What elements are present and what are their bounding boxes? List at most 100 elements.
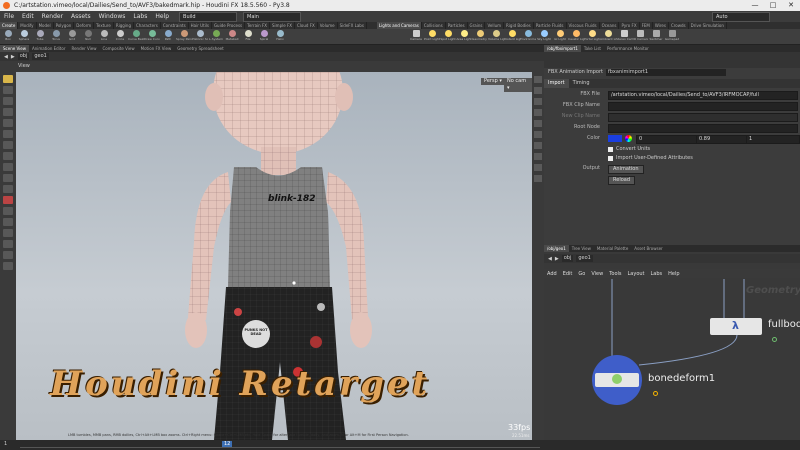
close-button[interactable]: ✕ (782, 0, 800, 11)
color-b-field[interactable]: 1 (746, 135, 800, 144)
environment-light-tool[interactable]: Environment Light (520, 29, 536, 45)
node-bonedeform-ring[interactable] (592, 355, 642, 405)
desktop-select[interactable]: Build (179, 11, 238, 22)
null-tool[interactable]: Null (80, 29, 96, 45)
tab-scene-view[interactable]: Scene View (0, 45, 29, 52)
shelf-tab[interactable]: Characters (134, 22, 161, 29)
caustic-light-tool[interactable]: Caustic Light (568, 29, 584, 45)
shelf-tab[interactable]: Oceans (600, 22, 620, 29)
shelf-tab[interactable]: Lights and Cameras (376, 22, 422, 29)
box-tool[interactable]: Box (0, 29, 16, 45)
shelf-tab[interactable]: Wires (653, 22, 669, 29)
3d-viewport[interactable]: blink-182 PUNKS NOT DEAD Persp ▾ No cam … (16, 72, 532, 440)
camera-tool[interactable]: Camera (408, 29, 424, 45)
minimize-button[interactable]: — (746, 0, 764, 11)
maximize-button[interactable]: □ (764, 0, 782, 11)
menu-edit[interactable]: Edit (18, 13, 38, 20)
color-g-field[interactable]: 0.89 (696, 135, 748, 144)
persp-menu[interactable]: Persp ▾ (481, 78, 505, 85)
display-option-icon[interactable] (534, 109, 542, 116)
shelf-tab[interactable]: Viscous Fluids (567, 22, 600, 29)
shelf-tab[interactable]: Polygon (54, 22, 75, 29)
tab-composite-view[interactable]: Composite View (100, 45, 138, 52)
shelf-tab[interactable]: Guide Process (212, 22, 246, 29)
camera-lock-icon[interactable] (3, 240, 13, 248)
shelf-tab[interactable]: SideFX Labs (338, 22, 367, 29)
grid-toggle-icon[interactable] (3, 262, 13, 270)
circle-tool[interactable]: Circle (112, 29, 128, 45)
shelf-tab[interactable]: Grains (468, 22, 486, 29)
paint-icon[interactable] (3, 163, 13, 171)
menu-assets[interactable]: Assets (67, 13, 95, 20)
shelf-tab[interactable]: Rigid Bodies (504, 22, 534, 29)
fbx-clip-name-field[interactable] (608, 102, 798, 111)
tab-render-view[interactable]: Render View (68, 45, 99, 52)
import-attrs-checkbox[interactable] (608, 156, 613, 161)
metaball-tool[interactable]: Metaball (224, 29, 240, 45)
tab-import[interactable]: Import (544, 79, 569, 88)
tab-motion-fx-view[interactable]: Motion FX View (138, 45, 175, 52)
view-tool-icon[interactable] (3, 141, 13, 149)
display-option-icon[interactable] (534, 120, 542, 127)
lock-icon[interactable] (3, 185, 13, 193)
scale-tool-icon[interactable] (3, 108, 13, 116)
sky-light-tool[interactable]: Sky Light (536, 29, 552, 45)
color-wheel-icon[interactable] (625, 135, 632, 142)
display-option-icon[interactable] (534, 98, 542, 105)
output-select[interactable]: Animation (608, 165, 644, 174)
display-option-icon[interactable] (534, 164, 542, 171)
shelf-tab[interactable]: Model (37, 22, 54, 29)
node-name-field[interactable]: fbxanimimport1 (606, 69, 726, 76)
tab-performance-monitor[interactable]: Performance Monitor (604, 45, 652, 52)
point-light-tool[interactable]: Point Light (424, 29, 440, 45)
handle-tool-icon[interactable] (3, 119, 13, 127)
gi-light-tool[interactable]: GI Light (552, 29, 568, 45)
tab-animation-editor[interactable]: Animation Editor (29, 45, 69, 52)
geometry-light-tool[interactable]: Geometry Light (472, 29, 488, 45)
menu-render[interactable]: Render (38, 13, 67, 20)
spray-paint-tool[interactable]: Spray Paint (176, 29, 192, 45)
portal-light-tool[interactable]: Portal Light (584, 29, 600, 45)
shelf-tab[interactable]: Texture (94, 22, 114, 29)
pin-icon[interactable] (3, 207, 13, 215)
shelf-tab[interactable]: Pyro FX (619, 22, 640, 29)
display-option-icon[interactable] (534, 76, 542, 83)
sphere-tool[interactable]: Sphere (16, 29, 32, 45)
new-clip-name-field[interactable] (608, 113, 798, 122)
display-option-icon[interactable] (534, 142, 542, 149)
shelf-tab[interactable]: Particles (446, 22, 468, 29)
shelf-tab[interactable]: Create (0, 22, 19, 29)
ambient-light-tool[interactable]: Ambient Light (600, 29, 616, 45)
dot-icon[interactable] (3, 218, 13, 226)
menu-windows[interactable]: Windows (95, 13, 130, 20)
gamepad-tool[interactable]: Gamepad (664, 29, 680, 45)
menu-labs[interactable]: Labs (129, 13, 151, 20)
area-light-tool[interactable]: Area Light (456, 29, 472, 45)
path-node[interactable]: geo1 (32, 53, 49, 60)
forward-arrow-icon[interactable]: ▶ (11, 54, 15, 60)
display-option-icon[interactable] (534, 131, 542, 138)
shelf-tab[interactable]: Volume (318, 22, 338, 29)
update-mode-select[interactable]: Auto (712, 11, 770, 22)
tab-timing[interactable]: Timing (569, 79, 594, 88)
spot-light-tool[interactable]: Spot Light (440, 29, 456, 45)
tube-tool[interactable]: Tube (32, 29, 48, 45)
tab-take-list[interactable]: Take List (581, 45, 604, 52)
move-tool-icon[interactable] (3, 86, 13, 94)
torus-tool[interactable]: Torus (48, 29, 64, 45)
platonic-solids-tool[interactable]: Platonic Solids (192, 29, 208, 45)
path-tool[interactable]: Path (160, 29, 176, 45)
shelf-tab[interactable]: Vellum (485, 22, 505, 29)
reload-button[interactable]: Reload (608, 176, 636, 185)
snap-icon[interactable] (3, 152, 13, 160)
shelf-tab[interactable]: Simple FX (270, 22, 295, 29)
grid-tool[interactable]: Grid (64, 29, 80, 45)
node-bonedeform[interactable] (595, 373, 639, 387)
volume-light-tool[interactable]: Volume Light (488, 29, 504, 45)
camera-menu[interactable]: No cam ▾ (504, 78, 532, 92)
l-system-tool[interactable]: L-System (208, 29, 224, 45)
timeline-bar[interactable]: 1 12 (0, 440, 800, 450)
fbx-file-field[interactable]: /artstation.vimeo/local/Dailies/Send_to/… (608, 91, 798, 100)
tab-fbximport[interactable]: /obj/fbximport1 (544, 45, 581, 52)
shelf-tab[interactable]: Rigging (114, 22, 134, 29)
